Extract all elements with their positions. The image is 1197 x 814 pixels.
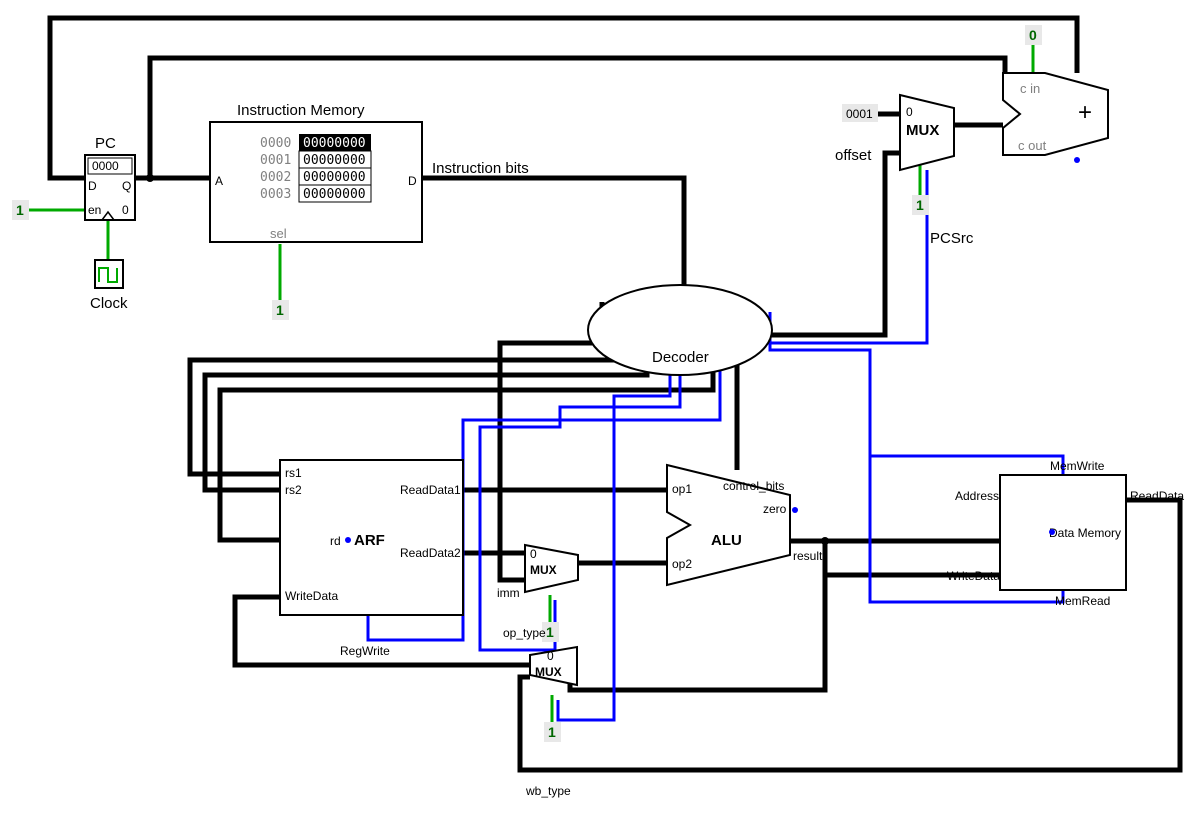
svg-text:Q: Q (122, 179, 131, 193)
decoder: Decoder (588, 285, 772, 375)
pc-title: PC (95, 135, 116, 152)
wire-pcsrc (745, 170, 927, 343)
svg-text:0: 0 (122, 203, 129, 217)
wire-imem-to-decoder (422, 178, 684, 300)
svg-text:result: result (793, 549, 823, 563)
mux3-sel-value: 1 (916, 197, 924, 213)
pc-en-value: 1 (16, 202, 24, 218)
svg-text:MUX: MUX (906, 122, 939, 139)
svg-text:rd: rd (330, 534, 341, 548)
mux1-sel-value: 1 (546, 624, 554, 640)
clock-source: Clock (90, 260, 128, 312)
svg-text:control_bits: control_bits (723, 479, 784, 493)
svg-text:ARF: ARF (354, 532, 385, 549)
pc-value: 0000 (92, 159, 119, 173)
regwrite-label: RegWrite (340, 644, 390, 658)
alu: ALU op1 op2 control_bits zero result (667, 465, 823, 585)
svg-text:Decoder: Decoder (652, 349, 709, 366)
wire-decoder-imm (500, 302, 602, 580)
svg-text:op2: op2 (672, 557, 692, 571)
svg-text:zero: zero (763, 502, 787, 516)
svg-text:ReadData1: ReadData1 (400, 483, 461, 497)
svg-text:0002: 0002 (260, 170, 291, 185)
svg-text:ReadData2: ReadData2 (400, 546, 461, 560)
op-type-label: op_type (503, 626, 546, 640)
svg-text:sel: sel (270, 226, 287, 241)
address-label: Address (955, 489, 999, 503)
svg-text:A: A (215, 174, 223, 188)
svg-text:rs2: rs2 (285, 483, 302, 497)
svg-text:Instruction Memory: Instruction Memory (237, 102, 365, 119)
readdata-label: ReadData (1130, 489, 1184, 503)
plus-icon: + (1078, 99, 1092, 126)
svg-text:00000000: 00000000 (303, 153, 366, 168)
mux3-const: 0001 (846, 107, 873, 121)
instruction-memory: Instruction Memory A D 0000 00000000 000… (210, 102, 422, 242)
svg-text:D: D (88, 179, 97, 193)
imm-label: imm (497, 586, 520, 600)
mux2-sel-value: 1 (548, 724, 556, 740)
svg-text:MUX: MUX (535, 665, 562, 679)
svg-text:MUX: MUX (530, 563, 557, 577)
svg-text:0003: 0003 (260, 187, 291, 202)
svg-text:rs1: rs1 (285, 466, 302, 480)
memread-label: MemRead (1055, 594, 1110, 608)
wire-decoder-offset (757, 153, 900, 335)
pcsrc-label: PCSrc (930, 230, 974, 247)
wire-alu-result-to-mux2 (570, 575, 825, 690)
svg-text:0: 0 (530, 547, 537, 561)
svg-text:Data Memory: Data Memory (1049, 526, 1121, 540)
svg-text:ALU: ALU (711, 532, 742, 549)
data-memory: Data Memory Address WriteData ReadData M… (947, 459, 1185, 608)
svg-text:0: 0 (547, 649, 554, 663)
writedata-label: WriteData (947, 569, 1000, 583)
svg-text:D: D (408, 174, 417, 188)
svg-text:00000000: 00000000 (303, 187, 366, 202)
mux-alusrc: 0 MUX (525, 545, 578, 592)
cpu-datapath-diagram: PC 0000 D Q en 0 1 Clock Instruction Mem… (0, 0, 1197, 814)
memwrite-label: MemWrite (1050, 459, 1105, 473)
svg-text:c in: c in (1020, 81, 1040, 96)
svg-text:0: 0 (906, 105, 913, 119)
svg-text:Clock: Clock (90, 295, 128, 312)
instruction-bits-label: Instruction bits (432, 160, 529, 177)
imem-sel-value: 1 (276, 302, 284, 318)
svg-text:0001: 0001 (260, 153, 291, 168)
mux-wbtype: 0 MUX (530, 647, 577, 685)
wb-type-label: wb_type (525, 784, 571, 798)
svg-text:00000000: 00000000 (303, 136, 366, 151)
svg-text:0000: 0000 (260, 136, 291, 151)
svg-text:op1: op1 (672, 482, 692, 496)
offset-label: offset (835, 147, 872, 164)
adder-cin-value: 0 (1029, 27, 1037, 43)
svg-text:00000000: 00000000 (303, 170, 366, 185)
svg-text:en: en (88, 203, 101, 217)
svg-text:WriteData: WriteData (285, 589, 338, 603)
pc-register: PC 0000 D Q en 0 (85, 135, 135, 220)
svg-text:c out: c out (1018, 138, 1047, 153)
mux-pcsrc: 0 MUX (900, 95, 954, 170)
adder: c in c out + (1003, 73, 1108, 155)
arf-register-file: ARF rs1 rs2 rd WriteData ReadData1 ReadD… (280, 460, 463, 615)
